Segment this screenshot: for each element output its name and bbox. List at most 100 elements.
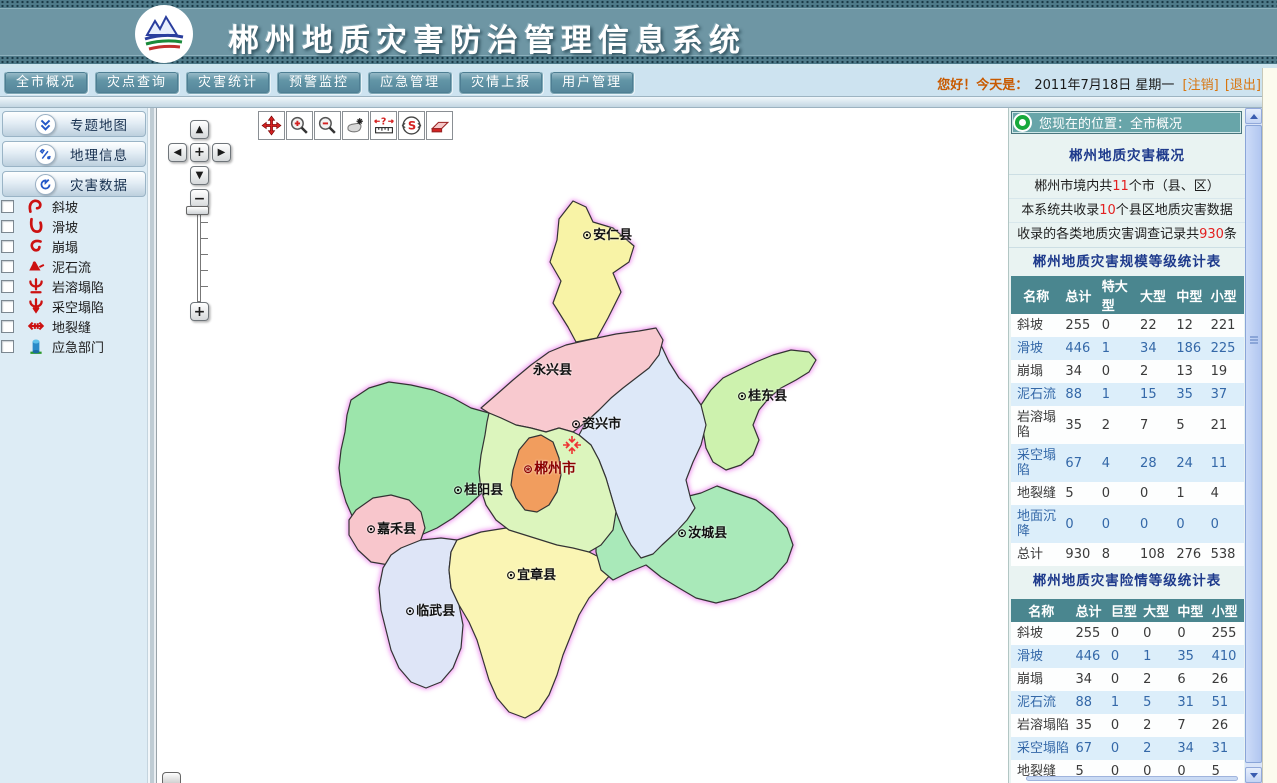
column-header: 巨型 xyxy=(1107,599,1139,622)
map-region-anren[interactable] xyxy=(550,201,634,342)
sidebar-section-geo-info[interactable]: 地理信息 xyxy=(2,141,146,167)
city-star-marker: ⊛ xyxy=(523,462,533,476)
county-label-zixing[interactable]: ⊙资兴市 xyxy=(571,413,621,432)
ground-fissure-checkbox[interactable] xyxy=(1,320,14,333)
county-label-yongxing[interactable]: 永兴县 xyxy=(533,359,572,378)
stat-cell: 24 xyxy=(1172,444,1206,482)
nav-tab[interactable]: 灾害统计 xyxy=(186,71,270,94)
table-row: 滑坡4460135410 xyxy=(1011,645,1244,668)
debris-flow-checkbox[interactable] xyxy=(1,260,14,273)
map-viewport[interactable]: ⊙安仁县 永兴县 ⊙资兴市 ⊙桂东县 ⊛郴州市 ⊙桂阳县 ⊙嘉禾县 ⊙临武县 ⊙… xyxy=(156,108,1008,783)
zoom-slider-thumb[interactable] xyxy=(186,206,209,215)
current-date: 2011年7月18日 星期一 xyxy=(1034,78,1174,93)
pan-up-button[interactable]: ▲ xyxy=(190,120,209,139)
emergency-dept-checkbox[interactable] xyxy=(1,340,14,353)
mining-subsidence-checkbox[interactable] xyxy=(1,300,14,313)
map-region-guidong[interactable] xyxy=(701,350,816,470)
map-toolbar: ? S xyxy=(258,111,454,140)
pan-center-button[interactable]: + xyxy=(190,143,209,162)
exit-link[interactable]: [退出] xyxy=(1225,78,1261,93)
measure-tool-button[interactable]: ? xyxy=(370,111,397,140)
scroll-up-button[interactable] xyxy=(1245,108,1262,124)
layer-row-karst-subsidence: 岩溶塌陷 xyxy=(0,276,148,296)
zoom-in-tool-button[interactable] xyxy=(286,111,313,140)
layer-row-emergency-dept: 应急部门 xyxy=(0,336,148,356)
logout-link[interactable]: [注销] xyxy=(1183,78,1219,93)
layer-label: 地裂缝 xyxy=(52,317,91,336)
stat-cell: 6 xyxy=(1173,668,1207,691)
county-dot-marker: ⊙ xyxy=(571,417,581,431)
row-label-cell: 总计 xyxy=(1011,543,1061,566)
pan-tool-button[interactable] xyxy=(258,111,285,140)
stat-cell: 4 xyxy=(1098,444,1136,482)
eraser-tool-button[interactable] xyxy=(426,111,453,140)
stat-cell: 0 xyxy=(1207,505,1244,543)
zoom-in-step-button[interactable]: + xyxy=(190,302,209,321)
scale-tool-button[interactable]: S xyxy=(398,111,425,140)
landslide-checkbox[interactable] xyxy=(1,220,14,233)
nav-tab[interactable]: 灾点查询 xyxy=(95,71,179,94)
sidebar-section-disaster-data[interactable]: 灾害数据 xyxy=(2,171,146,197)
section-label: 专题地图 xyxy=(70,114,128,134)
sidebar-map-divider xyxy=(148,108,156,783)
swirl-icon xyxy=(35,174,56,195)
pan-left-button[interactable]: ◀ xyxy=(168,143,187,162)
stat-cell: 1 xyxy=(1098,337,1136,360)
map-corner-toggle-button[interactable] xyxy=(162,772,181,783)
stat-cell: 2 xyxy=(1139,714,1173,737)
county-label-linwu[interactable]: ⊙临武县 xyxy=(405,600,455,619)
layer-row-slope: 斜坡 xyxy=(0,196,148,216)
panel-vertical-scrollbar[interactable] xyxy=(1245,108,1262,783)
debris-flow-icon xyxy=(27,257,45,275)
stat-cell: 13 xyxy=(1172,360,1206,383)
county-label-yizhang[interactable]: ⊙宜章县 xyxy=(506,564,556,583)
stat-cell: 186 xyxy=(1172,337,1206,360)
county-label-guidong[interactable]: ⊙桂东县 xyxy=(737,385,787,404)
row-label-cell: 采空塌陷 xyxy=(1011,737,1072,760)
stat-cell: 88 xyxy=(1072,691,1107,714)
county-label-jiahe[interactable]: ⊙嘉禾县 xyxy=(366,518,416,537)
sidebar-section-thematic-maps[interactable]: 专题地图 xyxy=(2,111,146,137)
stat-cell: 2 xyxy=(1139,737,1173,760)
zoom-slider-track[interactable] xyxy=(197,210,201,302)
nav-user-area: 您好！今天是： 2011年7月18日 星期一 [注销] [退出] xyxy=(937,74,1261,93)
map-region-yizhang[interactable] xyxy=(449,528,613,718)
risk-table-title: 郴州地质灾害险情等级统计表 xyxy=(1009,569,1245,593)
layer-row-debris-flow: 泥石流 xyxy=(0,256,148,276)
intro-number: 10 xyxy=(1099,203,1116,218)
location-label: 您现在的位置：全市概况 xyxy=(1039,113,1182,132)
county-label-anren[interactable]: ⊙安仁县 xyxy=(582,224,632,243)
slope-checkbox[interactable] xyxy=(1,200,14,213)
table-row: 崩塌3402626 xyxy=(1011,668,1244,691)
stat-cell: 15 xyxy=(1136,383,1172,406)
nav-tab[interactable]: 灾情上报 xyxy=(459,71,543,94)
karst-subsidence-checkbox[interactable] xyxy=(1,280,14,293)
county-dot-marker: ⊙ xyxy=(582,228,592,242)
stat-cell: 225 xyxy=(1207,337,1244,360)
nav-tab[interactable]: 用户管理 xyxy=(550,71,634,94)
pan-down-button[interactable]: ▼ xyxy=(190,166,209,185)
scrollbar-thumb[interactable] xyxy=(1245,125,1262,763)
table-header-row: 名称总计特大型大型中型小型 xyxy=(1011,276,1244,314)
nav-tab[interactable]: 全市概况 xyxy=(4,71,88,94)
county-label-guiyang[interactable]: ⊙桂阳县 xyxy=(453,479,503,498)
table-row: 地裂缝50014 xyxy=(1011,482,1244,505)
pan-right-button[interactable]: ▶ xyxy=(212,143,231,162)
panel-horizontal-scrollbar[interactable] xyxy=(1026,776,1238,781)
county-label-rucheng[interactable]: ⊙汝城县 xyxy=(677,522,727,541)
stat-cell: 11 xyxy=(1207,444,1244,482)
city-label-chenzhou[interactable]: ⊛郴州市 xyxy=(523,458,576,478)
column-header: 大型 xyxy=(1139,599,1173,622)
landslide-icon xyxy=(27,217,45,235)
stat-cell: 7 xyxy=(1136,406,1172,444)
app-window: 郴州地质灾害防治管理信息系统 全市概况灾点查询灾害统计预警监控应急管理灾情上报用… xyxy=(0,0,1277,783)
scroll-down-button[interactable] xyxy=(1245,767,1262,783)
nav-tab[interactable]: 应急管理 xyxy=(368,71,452,94)
overview-stats: 郴州市境内共11个市（县、区）本系统共收录10个县区地质灾害数据收录的各类地质灾… xyxy=(1009,174,1245,248)
stat-cell: 255 xyxy=(1208,622,1244,645)
identify-tool-button[interactable] xyxy=(342,111,369,140)
intro-number: 930 xyxy=(1199,227,1224,242)
zoom-out-tool-button[interactable] xyxy=(314,111,341,140)
collapse-checkbox[interactable] xyxy=(1,240,14,253)
nav-tab[interactable]: 预警监控 xyxy=(277,71,361,94)
